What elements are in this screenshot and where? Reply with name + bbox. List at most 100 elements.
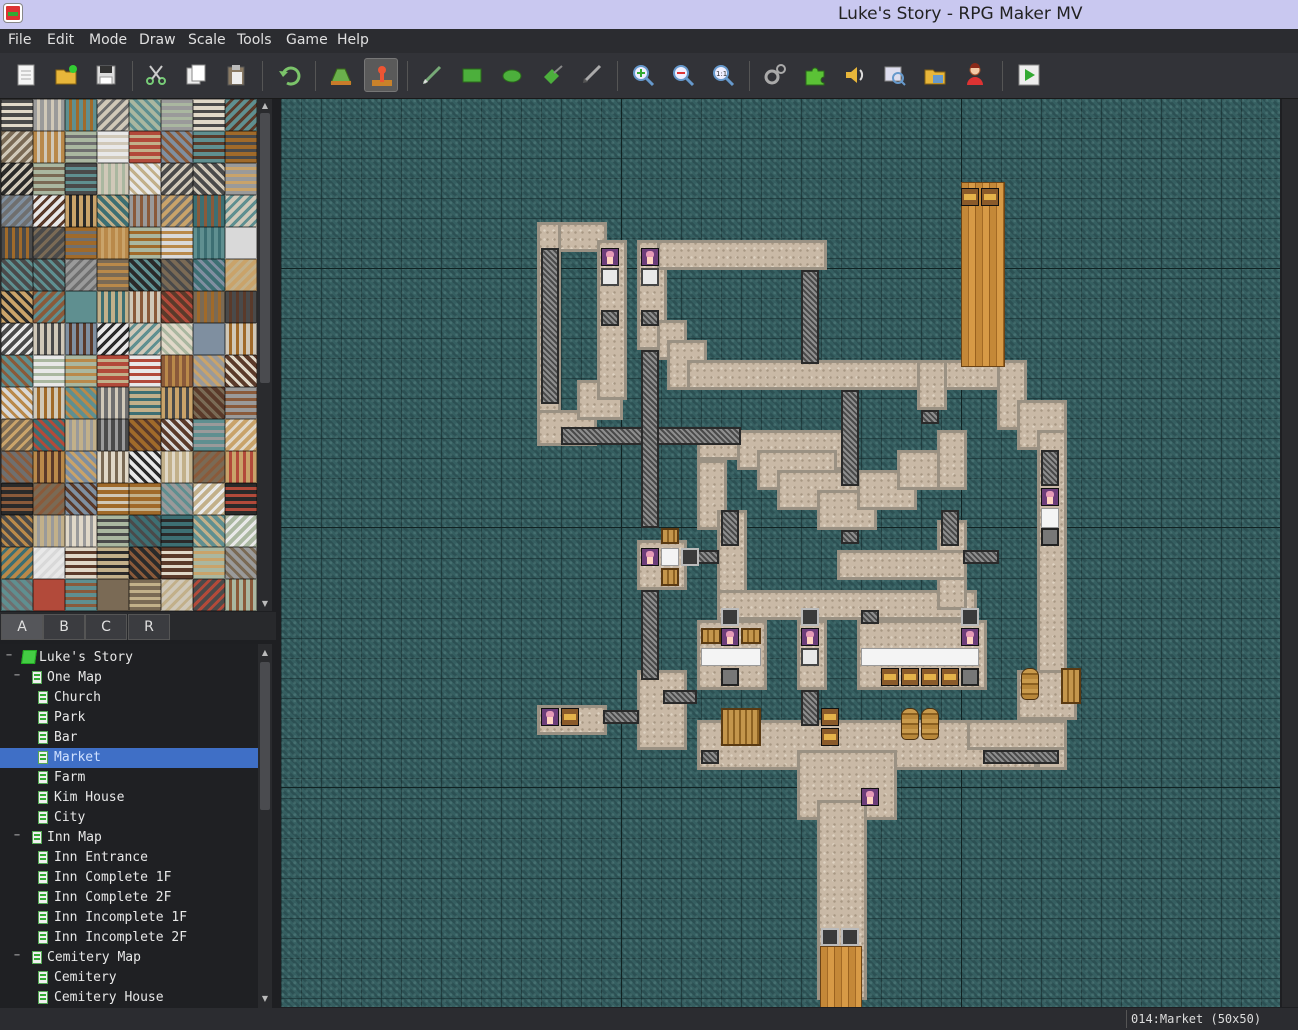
- event-npc[interactable]: [721, 628, 739, 646]
- tileset-tile[interactable]: [97, 387, 129, 419]
- tileset-tile[interactable]: [97, 515, 129, 547]
- tileset-tile[interactable]: [193, 291, 225, 323]
- tileset-tile[interactable]: [1, 547, 33, 579]
- tileset-tile[interactable]: [161, 99, 193, 131]
- tileset-tile[interactable]: [225, 515, 257, 547]
- menu-tools[interactable]: Tools: [237, 32, 272, 48]
- event-npc[interactable]: [1041, 488, 1059, 506]
- menu-game[interactable]: Game: [286, 32, 328, 48]
- flood-fill-button[interactable]: [535, 58, 569, 92]
- tab-c[interactable]: C: [85, 614, 127, 640]
- tileset-tile[interactable]: [33, 547, 65, 579]
- tileset-tile[interactable]: [129, 355, 161, 387]
- event-npc[interactable]: [641, 548, 659, 566]
- undo-button[interactable]: [272, 58, 306, 92]
- tileset-tile[interactable]: [129, 483, 161, 515]
- tileset-tile[interactable]: [193, 259, 225, 291]
- tileset-tile[interactable]: [193, 387, 225, 419]
- map-mode-button[interactable]: [324, 58, 358, 92]
- tree-item[interactable]: Inn Entrance: [0, 848, 258, 868]
- tileset-tile[interactable]: [33, 291, 65, 323]
- event-dark[interactable]: [721, 608, 739, 626]
- event-npc[interactable]: [801, 628, 819, 646]
- tileset-tile[interactable]: [161, 579, 193, 611]
- tileset-tile[interactable]: [97, 483, 129, 515]
- event-dark[interactable]: [801, 608, 819, 626]
- tileset-tile[interactable]: [129, 259, 161, 291]
- tree-item[interactable]: − One Map: [0, 668, 258, 688]
- tileset-tile[interactable]: [65, 515, 97, 547]
- pencil-button[interactable]: [415, 58, 449, 92]
- tileset-tile[interactable]: [65, 227, 97, 259]
- tileset-tile[interactable]: [33, 419, 65, 451]
- tileset-tile[interactable]: [1, 131, 33, 163]
- tileset-tile[interactable]: [65, 451, 97, 483]
- tileset-tile[interactable]: [161, 291, 193, 323]
- tileset-tile[interactable]: [161, 515, 193, 547]
- tileset-tile[interactable]: [1, 99, 33, 131]
- tileset-tile[interactable]: [225, 419, 257, 451]
- tileset-tile[interactable]: [65, 99, 97, 131]
- playtest-button[interactable]: [1012, 58, 1046, 92]
- copy-button[interactable]: [179, 58, 213, 92]
- event-npc[interactable]: [601, 248, 619, 266]
- tileset-tile[interactable]: [65, 323, 97, 355]
- menu-help[interactable]: Help: [337, 32, 369, 48]
- tileset-tile[interactable]: [1, 323, 33, 355]
- tileset-tile[interactable]: [33, 99, 65, 131]
- tree-item[interactable]: Kim House: [0, 788, 258, 808]
- tileset-tile[interactable]: [65, 355, 97, 387]
- tileset-tile[interactable]: [1, 387, 33, 419]
- event-chest[interactable]: [821, 708, 839, 726]
- tree-item[interactable]: Park: [0, 708, 258, 728]
- event-gray[interactable]: [961, 668, 979, 686]
- tileset-tile[interactable]: [65, 579, 97, 611]
- tileset-tile[interactable]: [225, 387, 257, 419]
- tileset-tile[interactable]: [33, 195, 65, 227]
- tileset-tile[interactable]: [161, 131, 193, 163]
- tree-item[interactable]: − Inn Map: [0, 828, 258, 848]
- tree-item[interactable]: Farm: [0, 768, 258, 788]
- tileset-tile[interactable]: [193, 355, 225, 387]
- tileset-tile[interactable]: [129, 227, 161, 259]
- tileset-tile[interactable]: [193, 419, 225, 451]
- tileset-tile[interactable]: [33, 163, 65, 195]
- collapse-toggle-icon[interactable]: −: [14, 671, 23, 681]
- tileset-tile[interactable]: [161, 227, 193, 259]
- scroll-down-icon[interactable]: ▼: [260, 599, 270, 609]
- tileset-tile[interactable]: [33, 451, 65, 483]
- tree-item[interactable]: Bar: [0, 728, 258, 748]
- event-npc[interactable]: [961, 628, 979, 646]
- tileset-tile[interactable]: [193, 227, 225, 259]
- tileset-tile[interactable]: [161, 195, 193, 227]
- tileset-tile[interactable]: [129, 579, 161, 611]
- tileset-tile[interactable]: [33, 579, 65, 611]
- menu-draw[interactable]: Draw: [139, 32, 176, 48]
- event-gray[interactable]: [1041, 528, 1059, 546]
- tileset-tile[interactable]: [129, 131, 161, 163]
- tileset-tile[interactable]: [65, 483, 97, 515]
- paste-button[interactable]: [219, 58, 253, 92]
- tileset-tile[interactable]: [33, 227, 65, 259]
- tileset-tile[interactable]: [193, 483, 225, 515]
- menu-scale[interactable]: Scale: [188, 32, 226, 48]
- character-generator-button[interactable]: [958, 58, 992, 92]
- tileset-tile[interactable]: [1, 483, 33, 515]
- tileset-tile[interactable]: [225, 163, 257, 195]
- tree-item[interactable]: Cemitery: [0, 968, 258, 988]
- tileset-tile[interactable]: [65, 547, 97, 579]
- tileset-tile[interactable]: [33, 355, 65, 387]
- tree-item[interactable]: City: [0, 808, 258, 828]
- tileset-tile[interactable]: [225, 259, 257, 291]
- tileset-tile[interactable]: [1, 419, 33, 451]
- tileset-tile[interactable]: [97, 259, 129, 291]
- tileset-tile[interactable]: [65, 387, 97, 419]
- tab-r[interactable]: R: [128, 614, 170, 640]
- tileset-tile[interactable]: [225, 323, 257, 355]
- tileset-tile[interactable]: [33, 259, 65, 291]
- tileset-tile[interactable]: [97, 291, 129, 323]
- tileset-tile[interactable]: [193, 195, 225, 227]
- database-button[interactable]: [758, 58, 792, 92]
- event-chest[interactable]: [561, 708, 579, 726]
- collapse-toggle-icon[interactable]: −: [14, 951, 23, 961]
